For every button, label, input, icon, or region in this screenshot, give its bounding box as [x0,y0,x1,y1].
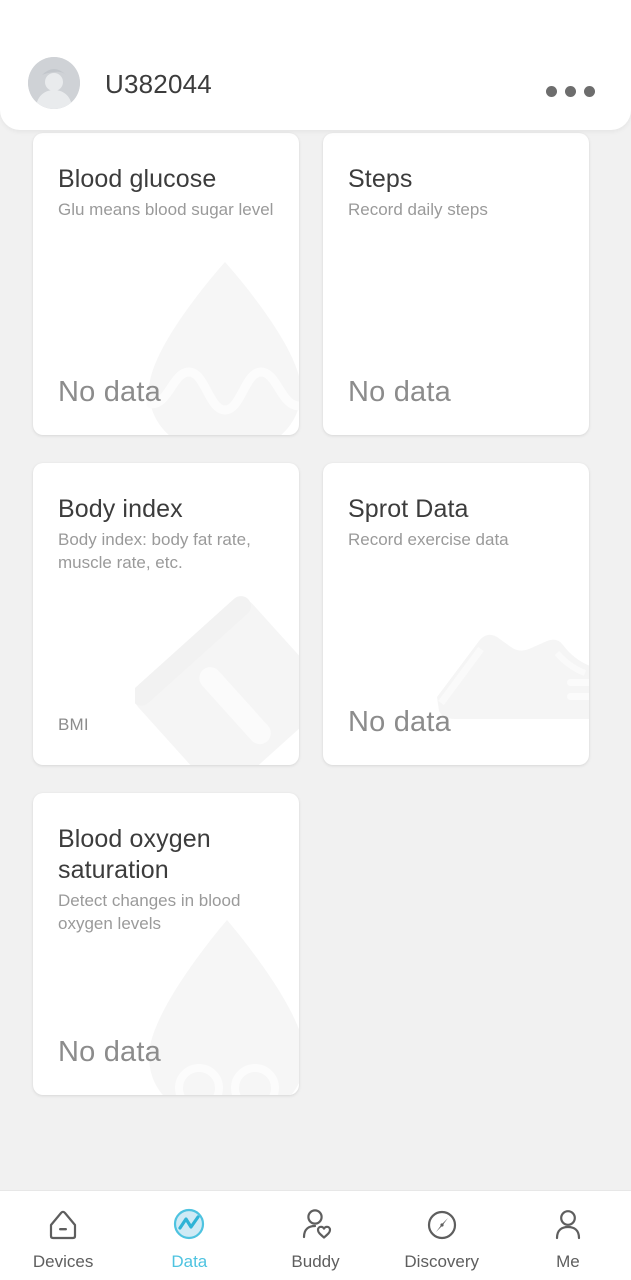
compass-icon [421,1204,463,1246]
card-value: No data [58,376,161,408]
app-root: No data No data Blood glucose Glu means … [0,0,631,1280]
nav-label: Devices [32,1251,94,1271]
home-icon [42,1204,84,1246]
nav-label: Discovery [404,1251,480,1271]
health-card-blood-glucose[interactable]: Blood glucose Glu means blood sugar leve… [33,133,299,435]
card-subtitle: Record daily steps [348,200,488,219]
card-title: Steps [348,165,413,193]
nav-item-discovery[interactable]: Discovery [379,1191,505,1280]
nav-label: Data [171,1251,208,1271]
more-dot-3 [584,86,595,97]
card-value: No data [348,376,451,408]
card-scroll-area[interactable]: No data No data Blood glucose Glu means … [0,0,631,1190]
avatar[interactable] [28,57,80,109]
card-value: No data [348,706,451,738]
nav-label: Me [556,1251,580,1271]
health-card-sprot-data[interactable]: Sprot Data Record exercise data No data [323,463,589,765]
person-icon [547,1204,589,1246]
more-options-button[interactable] [546,86,595,97]
card-subtitle: Body index: body fat rate, muscle rate, … [58,530,251,572]
scale-watermark-icon [135,596,299,765]
card-subtitle: Glu means blood sugar level [58,200,274,219]
nav-item-me[interactable]: Me [505,1191,631,1280]
health-card-grid: No data No data Blood glucose Glu means … [0,0,631,1095]
card-value: BMI [58,715,89,734]
card-title: Blood glucose [58,165,217,193]
card-title: Blood oxygen saturation [58,825,211,884]
nav-item-buddy[interactable]: Buddy [252,1191,378,1280]
more-dot-2 [565,86,576,97]
avatar-person-icon [28,57,80,109]
buddy-icon [295,1204,337,1246]
card-title: Body index [58,495,183,523]
app-header: U382044 [0,0,631,130]
health-card-body-index[interactable]: Body index Body index: body fat rate, mu… [33,463,299,765]
bottom-navigation: Devices Data Buddy Discovery Me [0,1190,631,1280]
pulse-icon [168,1204,210,1246]
more-dot-1 [546,86,557,97]
card-value: No data [58,1036,161,1068]
card-subtitle: Detect changes in blood oxygen levels [58,891,241,933]
nav-label: Buddy [291,1251,340,1271]
card-title: Sprot Data [348,495,469,523]
card-subtitle: Record exercise data [348,530,509,549]
username-label: U382044 [105,69,212,99]
nav-item-devices[interactable]: Devices [0,1191,126,1280]
health-card-blood-oxygen[interactable]: Blood oxygen saturation Detect changes i… [33,793,299,1095]
oxygen-drop-watermark-icon [149,920,299,1095]
health-card-steps[interactable]: Steps Record daily steps No data [323,133,589,435]
nav-item-data[interactable]: Data [126,1191,252,1280]
